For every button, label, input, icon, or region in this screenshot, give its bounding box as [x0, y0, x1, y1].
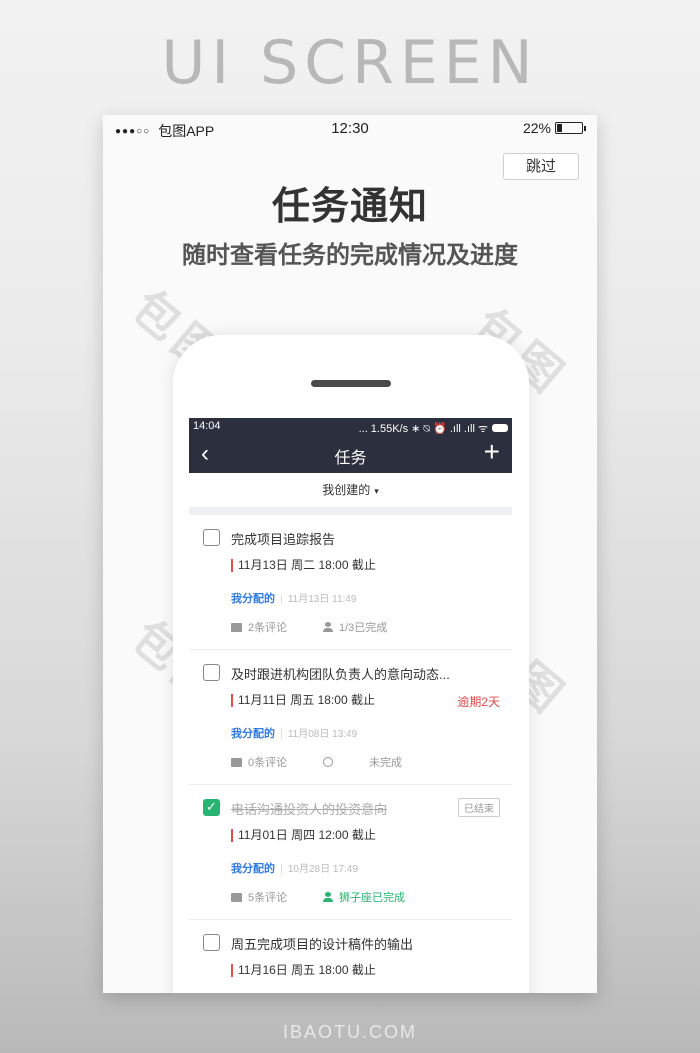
task-item[interactable]: 完成项目追踪报告 11月13日 周二 18:00 截止 我分配的 | 11月13日 …	[189, 515, 512, 650]
footer-brand: IBAOTU.COM	[282, 1022, 417, 1042]
task-item[interactable]: 电话沟通投资人的投资意向 已结束 11月01日 周四 12:00 截止 我分配的…	[189, 785, 512, 920]
task-title: 周五完成项目的设计稿件的输出	[231, 937, 414, 952]
chevron-down-icon: ▾	[374, 486, 379, 496]
phone-speaker	[311, 380, 391, 387]
comment-icon	[231, 892, 242, 902]
assigner-link[interactable]: 我分配的	[231, 728, 275, 740]
assigner-link[interactable]: 我分配的	[231, 593, 275, 605]
task-meta: 5条评论 狮子座已完成	[231, 889, 405, 905]
task-deadline: 11月16日 周五 18:00 截止	[231, 964, 376, 977]
task-checkbox[interactable]	[203, 664, 220, 681]
mockup-screen: ●●●○○ 包图APP 12:30 22% 跳过 任务通知 随时查看任务的完成情…	[103, 115, 597, 993]
circle-icon	[323, 757, 333, 767]
battery-percent: 22%	[522, 120, 551, 136]
filter-label: 我创建的	[322, 483, 371, 497]
comment-count[interactable]: 0条评论	[248, 754, 287, 770]
hero-title: 任务通知	[271, 186, 428, 228]
status-badge: 已结束	[458, 798, 500, 817]
filter-dropdown[interactable]: 我创建的 ▾	[189, 473, 512, 507]
task-title: 及时跟进机构团队负责人的意向动态...	[231, 667, 450, 682]
task-assign: 我分配的 | 10月28日 17:49	[231, 863, 358, 875]
nav-bar: ‹ 任务 +	[189, 436, 512, 473]
task-assign: 我分配的 | 11月08日 13:49	[231, 728, 358, 740]
task-meta: 0条评论 未完成	[231, 754, 402, 770]
person-icon	[323, 892, 333, 902]
assigned-time: 10月28日 17:49	[287, 864, 358, 875]
task-item[interactable]: 周五完成项目的设计稿件的输出 11月16日 周五 18:00 截止	[189, 920, 512, 993]
overdue-label: 逾期2天	[457, 695, 500, 709]
task-deadline: 11月01日 周四 12:00 截止	[231, 829, 376, 842]
task-checkbox[interactable]	[203, 934, 220, 951]
battery-icon	[555, 122, 586, 134]
task-title: 完成项目追踪报告	[231, 532, 336, 547]
assigned-time: 11月08日 13:49	[287, 729, 358, 740]
task-deadline: 11月11日 周五 18:00 截止	[231, 694, 375, 707]
add-icon[interactable]: +	[484, 436, 500, 468]
task-title: 电话沟通投资人的投资意向	[231, 802, 388, 817]
app-header: 14:04 ... 1.55K/s ∗ ⍉ ⏰ .ıll .ıll ᯤ ‹ 任务…	[189, 418, 512, 473]
ios-status-bar: ●●●○○ 包图APP 12:30 22%	[103, 115, 597, 143]
comment-icon	[231, 622, 242, 632]
assigner-link[interactable]: 我分配的	[231, 863, 275, 875]
task-item[interactable]: 及时跟进机构团队负责人的意向动态... 11月11日 周五 18:00 截止 逾…	[189, 650, 512, 785]
task-checkbox-checked[interactable]	[203, 799, 220, 816]
task-status: 未完成	[369, 757, 402, 769]
task-status: 1/3已完成	[339, 622, 388, 634]
person-icon	[323, 622, 333, 632]
android-time: 14:04	[193, 420, 221, 432]
task-checkbox[interactable]	[203, 529, 220, 546]
divider	[189, 507, 512, 515]
status-icons: ... 1.55K/s ∗ ⍉ ⏰ .ıll .ıll ᯤ	[358, 422, 488, 435]
task-meta: 2条评论 1/3已完成	[231, 619, 387, 635]
comment-icon	[231, 757, 242, 767]
app-screen: 14:04 ... 1.55K/s ∗ ⍉ ⏰ .ıll .ıll ᯤ ‹ 任务…	[189, 418, 512, 993]
phone-frame: 14:04 ... 1.55K/s ∗ ⍉ ⏰ .ıll .ıll ᯤ ‹ 任务…	[173, 335, 529, 993]
task-deadline: 11月13日 周二 18:00 截止	[231, 559, 376, 572]
battery-icon	[492, 424, 508, 432]
nav-title: 任务	[334, 450, 367, 467]
comment-count[interactable]: 2条评论	[248, 619, 287, 635]
assigned-time: 11月13日 11:49	[287, 594, 357, 605]
hero-subtitle: 随时查看任务的完成情况及进度	[182, 242, 518, 269]
comment-count[interactable]: 5条评论	[248, 889, 287, 905]
banner-title: UI SCREEN	[161, 28, 539, 98]
task-assign: 我分配的 | 11月13日 11:49	[231, 593, 357, 605]
android-status-bar: 14:04 ... 1.55K/s ∗ ⍉ ⏰ .ıll .ıll ᯤ	[189, 418, 512, 436]
task-status: 狮子座已完成	[339, 892, 405, 904]
